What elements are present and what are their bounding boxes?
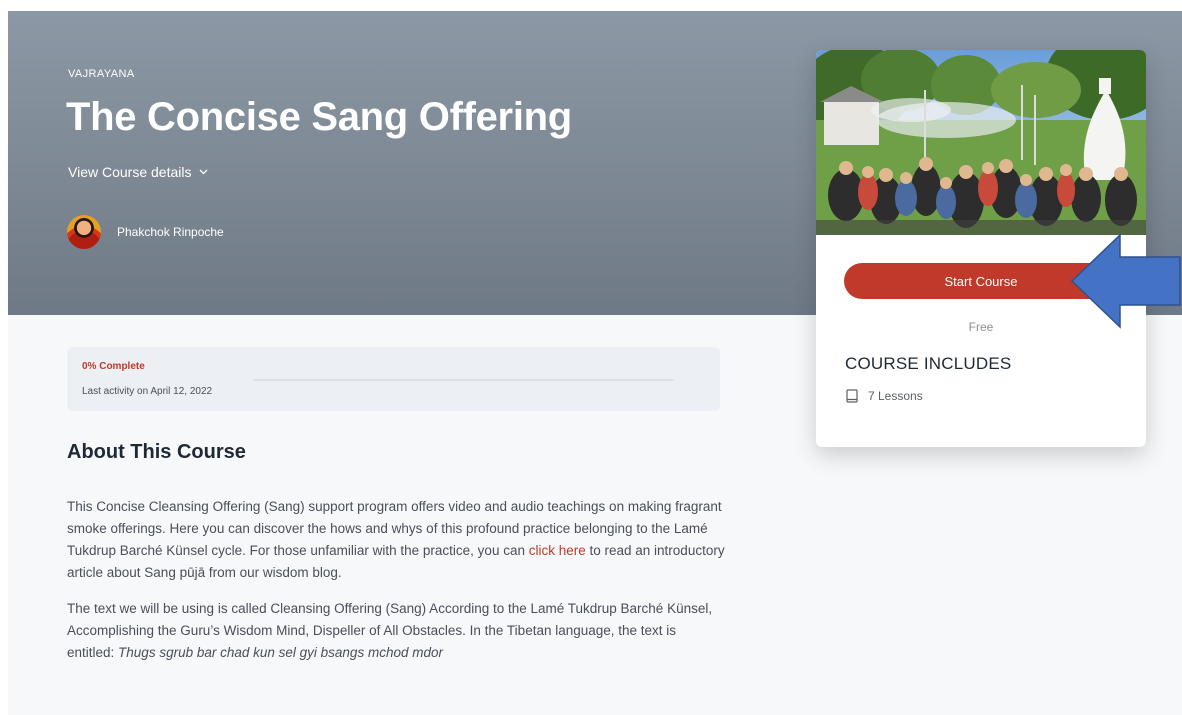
course-page: VAJRAYANA The Concise Sang Offering View…: [8, 11, 1182, 715]
course-category[interactable]: VAJRAYANA: [68, 68, 135, 80]
lessons-count: 7 Lessons: [845, 389, 923, 403]
course-image: [816, 50, 1146, 235]
course-title: The Concise Sang Offering: [66, 95, 572, 139]
tibetan-title: Thugs sgrub bar chad kun sel gyi bsangs …: [118, 645, 443, 660]
course-includes-title: COURSE INCLUDES: [845, 354, 1012, 373]
view-course-details-toggle[interactable]: View Course details: [68, 164, 208, 180]
author[interactable]: Phakchok Rinpoche: [67, 215, 224, 249]
arrow-left-icon: [1070, 233, 1181, 329]
click-here-link[interactable]: click here: [529, 543, 586, 558]
chevron-down-icon: [200, 169, 208, 175]
progress-percent: 0% Complete: [82, 361, 145, 372]
about-heading: About This Course: [67, 441, 246, 463]
author-avatar: [67, 215, 101, 249]
last-activity: Last activity on April 12, 2022: [82, 386, 213, 397]
about-description: This Concise Cleansing Offering (Sang) s…: [67, 496, 727, 678]
book-icon: [846, 389, 858, 403]
about-paragraph-1: This Concise Cleansing Offering (Sang) s…: [67, 496, 727, 584]
progress-bar: [254, 379, 674, 381]
about-paragraph-2: The text we will be using is called Clea…: [67, 598, 727, 664]
lessons-label: 7 Lessons: [868, 389, 923, 403]
progress-card: 0% Complete Last activity on April 12, 2…: [67, 347, 720, 411]
author-name: Phakchok Rinpoche: [117, 225, 224, 239]
details-toggle-label: View Course details: [68, 164, 192, 180]
